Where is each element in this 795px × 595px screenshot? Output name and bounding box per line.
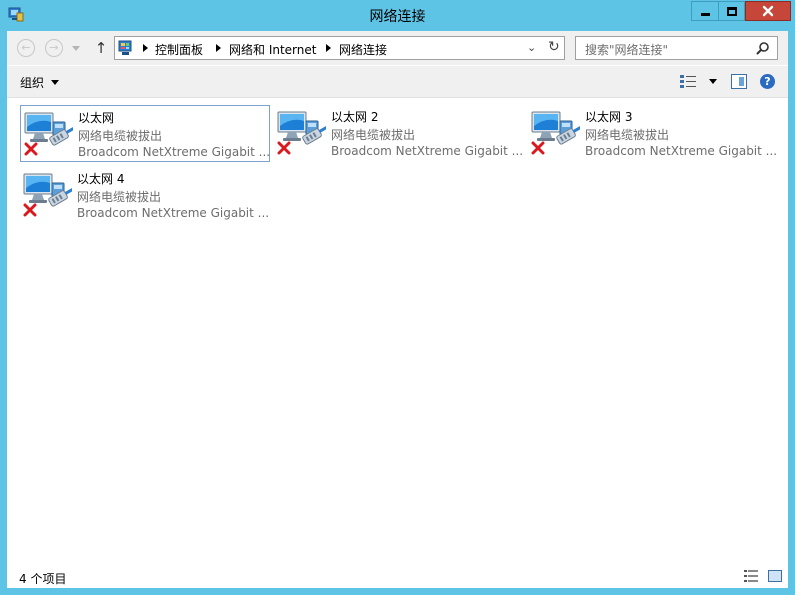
minimize-button[interactable] (691, 1, 718, 21)
recent-locations-button[interactable] (70, 38, 82, 58)
breadcrumb-separator-icon[interactable] (216, 44, 221, 52)
maximize-icon (726, 6, 737, 16)
connection-status: 网络电缆被拔出 (331, 128, 416, 142)
address-bar[interactable]: 控制面板 网络和 Internet 网络连接 ⌄ ↻ (114, 36, 565, 60)
command-bar: 组织 ? (7, 66, 788, 98)
close-button[interactable] (745, 1, 791, 21)
status-bar: 4 个项目 (7, 564, 788, 588)
up-button[interactable]: ↑ (91, 38, 111, 58)
connection-name: 以太网 2 (331, 110, 379, 124)
back-button[interactable]: ← (16, 38, 36, 58)
search-input[interactable]: 搜索"网络连接" (575, 36, 778, 60)
connection-item[interactable]: 以太网 4 网络电缆被拔出 Broadcom NetXtreme Gigabit… (20, 167, 270, 224)
connection-name: 以太网 4 (77, 172, 125, 186)
disconnected-icon (531, 141, 545, 155)
breadcrumb-network-connections[interactable]: 网络连接 (339, 41, 387, 58)
connection-name: 以太网 (78, 111, 115, 125)
connection-item[interactable]: 以太网 2 网络电缆被拔出 Broadcom NetXtreme Gigabit… (274, 105, 524, 162)
forward-arrow-icon: → (45, 39, 63, 57)
search-icon[interactable] (756, 41, 770, 55)
breadcrumb-separator-icon[interactable] (326, 44, 331, 52)
connection-device: Broadcom NetXtreme Gigabit ... (77, 206, 269, 220)
breadcrumb-control-panel[interactable]: 控制面板 (155, 41, 203, 58)
organize-label: 组织 (20, 76, 45, 90)
disconnected-icon (24, 142, 38, 156)
back-arrow-icon: ← (17, 39, 35, 57)
connection-name: 以太网 3 (585, 110, 633, 124)
details-view-icon[interactable] (744, 570, 758, 582)
search-placeholder: 搜索"网络连接" (585, 43, 669, 57)
large-icons-view-icon[interactable] (768, 570, 782, 582)
connection-device: Broadcom NetXtreme Gigabit ... (331, 144, 523, 158)
chevron-down-icon (51, 80, 60, 85)
control-panel-icon (118, 40, 132, 55)
forward-button[interactable]: → (44, 38, 64, 58)
up-arrow-icon: ↑ (94, 39, 108, 57)
title-bar[interactable]: 网络连接 (0, 0, 795, 31)
disconnected-icon (23, 203, 37, 217)
chevron-down-icon (72, 45, 80, 51)
connection-status: 网络电缆被拔出 (77, 190, 162, 204)
help-icon[interactable]: ? (760, 74, 775, 89)
breadcrumb-network-internet[interactable]: 网络和 Internet (229, 41, 316, 58)
client-area: ← → ↑ 控制面板 网络和 Internet 网络连接 ⌄ ↻ 搜索"网络连接… (7, 31, 788, 588)
connection-item[interactable]: 以太网 3 网络电缆被拔出 Broadcom NetXtreme Gigabit… (528, 105, 778, 162)
view-options-chevron-icon[interactable] (709, 79, 717, 84)
maximize-button[interactable] (718, 1, 745, 21)
preview-pane-icon[interactable] (731, 74, 747, 89)
close-icon (762, 5, 774, 17)
window-title: 网络连接 (369, 9, 426, 25)
connection-item[interactable]: 以太网 网络电缆被拔出 Broadcom NetXtreme Gigabit .… (20, 105, 270, 162)
connection-status: 网络电缆被拔出 (78, 129, 163, 143)
item-count: 4 个项目 (19, 572, 67, 586)
minimize-icon (700, 12, 710, 16)
connections-list: 以太网 网络电缆被拔出 Broadcom NetXtreme Gigabit .… (7, 99, 788, 564)
organize-menu[interactable]: 组织 (20, 74, 60, 91)
connection-device: Broadcom NetXtreme Gigabit ... (585, 144, 777, 158)
refresh-icon[interactable]: ↻ (548, 39, 560, 55)
disconnected-icon (277, 141, 291, 155)
connection-device: Broadcom NetXtreme Gigabit ... (78, 145, 270, 159)
connection-status: 网络电缆被拔出 (585, 128, 670, 142)
breadcrumb-separator-icon[interactable] (143, 44, 148, 52)
address-dropdown-icon[interactable]: ⌄ (527, 41, 536, 54)
explorer-window: 网络连接 ← → ↑ 控制面板 网络和 Internet 网络连接 ⌄ ↻ 搜索… (0, 0, 795, 595)
change-view-icon[interactable] (679, 74, 697, 90)
navigation-bar: ← → ↑ 控制面板 网络和 Internet 网络连接 ⌄ ↻ 搜索"网络连接… (7, 31, 788, 65)
